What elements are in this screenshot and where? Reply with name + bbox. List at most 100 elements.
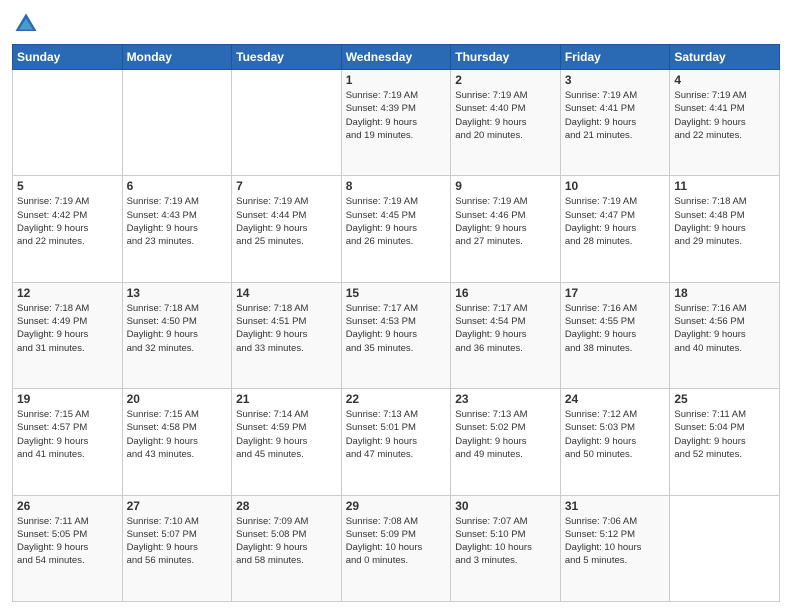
cell-info-text: Sunrise: 7:10 AM Sunset: 5:07 PM Dayligh… <box>127 515 228 568</box>
cell-date-number: 20 <box>127 392 228 406</box>
calendar-cell: 30 Sunrise: 7:07 AM Sunset: 5:10 PM Dayli… <box>451 495 561 601</box>
calendar-week-row: 19 Sunrise: 7:15 AM Sunset: 4:57 PM Dayli… <box>13 389 780 495</box>
calendar-cell: 23 Sunrise: 7:13 AM Sunset: 5:02 PM Dayli… <box>451 389 561 495</box>
calendar-cell: 9 Sunrise: 7:19 AM Sunset: 4:46 PM Daylig… <box>451 176 561 282</box>
cell-date-number: 24 <box>565 392 666 406</box>
cell-info-text: Sunrise: 7:15 AM Sunset: 4:57 PM Dayligh… <box>17 408 118 461</box>
cell-info-text: Sunrise: 7:12 AM Sunset: 5:03 PM Dayligh… <box>565 408 666 461</box>
cell-info-text: Sunrise: 7:18 AM Sunset: 4:50 PM Dayligh… <box>127 302 228 355</box>
cell-info-text: Sunrise: 7:13 AM Sunset: 5:02 PM Dayligh… <box>455 408 556 461</box>
cell-date-number: 9 <box>455 179 556 193</box>
cell-info-text: Sunrise: 7:13 AM Sunset: 5:01 PM Dayligh… <box>346 408 447 461</box>
cell-date-number: 7 <box>236 179 337 193</box>
cell-date-number: 12 <box>17 286 118 300</box>
calendar-cell: 2 Sunrise: 7:19 AM Sunset: 4:40 PM Daylig… <box>451 70 561 176</box>
calendar-cell <box>232 70 342 176</box>
cell-info-text: Sunrise: 7:19 AM Sunset: 4:41 PM Dayligh… <box>674 89 775 142</box>
calendar-cell: 19 Sunrise: 7:15 AM Sunset: 4:57 PM Dayli… <box>13 389 123 495</box>
cell-info-text: Sunrise: 7:19 AM Sunset: 4:41 PM Dayligh… <box>565 89 666 142</box>
logo <box>12 10 44 38</box>
calendar-cell: 20 Sunrise: 7:15 AM Sunset: 4:58 PM Dayli… <box>122 389 232 495</box>
weekday-header: Friday <box>560 45 670 70</box>
weekday-row: SundayMondayTuesdayWednesdayThursdayFrid… <box>13 45 780 70</box>
cell-info-text: Sunrise: 7:19 AM Sunset: 4:42 PM Dayligh… <box>17 195 118 248</box>
calendar-cell: 3 Sunrise: 7:19 AM Sunset: 4:41 PM Daylig… <box>560 70 670 176</box>
calendar-cell: 1 Sunrise: 7:19 AM Sunset: 4:39 PM Daylig… <box>341 70 451 176</box>
cell-info-text: Sunrise: 7:19 AM Sunset: 4:40 PM Dayligh… <box>455 89 556 142</box>
cell-info-text: Sunrise: 7:09 AM Sunset: 5:08 PM Dayligh… <box>236 515 337 568</box>
cell-date-number: 22 <box>346 392 447 406</box>
calendar-cell <box>13 70 123 176</box>
cell-info-text: Sunrise: 7:19 AM Sunset: 4:44 PM Dayligh… <box>236 195 337 248</box>
cell-date-number: 2 <box>455 73 556 87</box>
calendar-cell: 7 Sunrise: 7:19 AM Sunset: 4:44 PM Daylig… <box>232 176 342 282</box>
calendar-cell: 27 Sunrise: 7:10 AM Sunset: 5:07 PM Dayli… <box>122 495 232 601</box>
cell-date-number: 28 <box>236 499 337 513</box>
calendar-cell: 17 Sunrise: 7:16 AM Sunset: 4:55 PM Dayli… <box>560 282 670 388</box>
cell-info-text: Sunrise: 7:16 AM Sunset: 4:55 PM Dayligh… <box>565 302 666 355</box>
logo-icon <box>12 10 40 38</box>
calendar-cell: 5 Sunrise: 7:19 AM Sunset: 4:42 PM Daylig… <box>13 176 123 282</box>
calendar-cell: 21 Sunrise: 7:14 AM Sunset: 4:59 PM Dayli… <box>232 389 342 495</box>
weekday-header: Tuesday <box>232 45 342 70</box>
calendar-cell: 29 Sunrise: 7:08 AM Sunset: 5:09 PM Dayli… <box>341 495 451 601</box>
cell-info-text: Sunrise: 7:06 AM Sunset: 5:12 PM Dayligh… <box>565 515 666 568</box>
cell-date-number: 19 <box>17 392 118 406</box>
weekday-header: Wednesday <box>341 45 451 70</box>
cell-info-text: Sunrise: 7:18 AM Sunset: 4:48 PM Dayligh… <box>674 195 775 248</box>
calendar-cell <box>122 70 232 176</box>
calendar-cell <box>670 495 780 601</box>
header <box>12 10 780 38</box>
weekday-header: Saturday <box>670 45 780 70</box>
calendar-cell: 11 Sunrise: 7:18 AM Sunset: 4:48 PM Dayli… <box>670 176 780 282</box>
calendar-cell: 12Sunrise: 7:18 AM Sunset: 4:49 PM Dayli… <box>13 282 123 388</box>
calendar-cell: 31 Sunrise: 7:06 AM Sunset: 5:12 PM Dayli… <box>560 495 670 601</box>
cell-date-number: 10 <box>565 179 666 193</box>
cell-date-number: 29 <box>346 499 447 513</box>
cell-info-text: Sunrise: 7:17 AM Sunset: 4:53 PM Dayligh… <box>346 302 447 355</box>
cell-date-number: 26 <box>17 499 118 513</box>
calendar-cell: 24 Sunrise: 7:12 AM Sunset: 5:03 PM Dayli… <box>560 389 670 495</box>
calendar-cell: 6 Sunrise: 7:19 AM Sunset: 4:43 PM Daylig… <box>122 176 232 282</box>
calendar-cell: 28 Sunrise: 7:09 AM Sunset: 5:08 PM Dayli… <box>232 495 342 601</box>
cell-info-text: Sunrise: 7:15 AM Sunset: 4:58 PM Dayligh… <box>127 408 228 461</box>
cell-info-text: Sunrise: 7:14 AM Sunset: 4:59 PM Dayligh… <box>236 408 337 461</box>
calendar-cell: 14 Sunrise: 7:18 AM Sunset: 4:51 PM Dayli… <box>232 282 342 388</box>
calendar-week-row: 1 Sunrise: 7:19 AM Sunset: 4:39 PM Daylig… <box>13 70 780 176</box>
cell-date-number: 21 <box>236 392 337 406</box>
cell-info-text: Sunrise: 7:18 AM Sunset: 4:51 PM Dayligh… <box>236 302 337 355</box>
calendar-week-row: 12Sunrise: 7:18 AM Sunset: 4:49 PM Dayli… <box>13 282 780 388</box>
cell-info-text: Sunrise: 7:08 AM Sunset: 5:09 PM Dayligh… <box>346 515 447 568</box>
cell-info-text: Sunrise: 7:07 AM Sunset: 5:10 PM Dayligh… <box>455 515 556 568</box>
cell-date-number: 5 <box>17 179 118 193</box>
cell-date-number: 27 <box>127 499 228 513</box>
cell-info-text: Sunrise: 7:16 AM Sunset: 4:56 PM Dayligh… <box>674 302 775 355</box>
cell-date-number: 3 <box>565 73 666 87</box>
cell-date-number: 23 <box>455 392 556 406</box>
calendar-cell: 25Sunrise: 7:11 AM Sunset: 5:04 PM Dayli… <box>670 389 780 495</box>
weekday-header: Sunday <box>13 45 123 70</box>
calendar-cell: 4Sunrise: 7:19 AM Sunset: 4:41 PM Daylig… <box>670 70 780 176</box>
weekday-header: Monday <box>122 45 232 70</box>
cell-date-number: 11 <box>674 179 775 193</box>
cell-date-number: 15 <box>346 286 447 300</box>
cell-info-text: Sunrise: 7:11 AM Sunset: 5:05 PM Dayligh… <box>17 515 118 568</box>
cell-date-number: 17 <box>565 286 666 300</box>
cell-date-number: 30 <box>455 499 556 513</box>
cell-info-text: Sunrise: 7:19 AM Sunset: 4:39 PM Dayligh… <box>346 89 447 142</box>
cell-info-text: Sunrise: 7:19 AM Sunset: 4:43 PM Dayligh… <box>127 195 228 248</box>
calendar-cell: 16Sunrise: 7:17 AM Sunset: 4:54 PM Dayli… <box>451 282 561 388</box>
cell-date-number: 25 <box>674 392 775 406</box>
cell-date-number: 1 <box>346 73 447 87</box>
calendar: SundayMondayTuesdayWednesdayThursdayFrid… <box>12 44 780 602</box>
cell-date-number: 14 <box>236 286 337 300</box>
cell-date-number: 6 <box>127 179 228 193</box>
cell-info-text: Sunrise: 7:19 AM Sunset: 4:46 PM Dayligh… <box>455 195 556 248</box>
calendar-cell: 13 Sunrise: 7:18 AM Sunset: 4:50 PM Dayli… <box>122 282 232 388</box>
calendar-week-row: 5 Sunrise: 7:19 AM Sunset: 4:42 PM Daylig… <box>13 176 780 282</box>
cell-date-number: 31 <box>565 499 666 513</box>
calendar-cell: 22 Sunrise: 7:13 AM Sunset: 5:01 PM Dayli… <box>341 389 451 495</box>
calendar-cell: 15 Sunrise: 7:17 AM Sunset: 4:53 PM Dayli… <box>341 282 451 388</box>
cell-date-number: 13 <box>127 286 228 300</box>
cell-date-number: 18 <box>674 286 775 300</box>
